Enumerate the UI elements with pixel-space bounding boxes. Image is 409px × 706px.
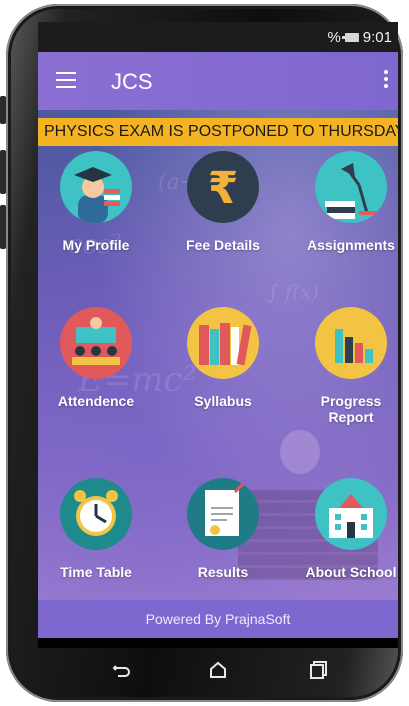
status-time: 9:01: [362, 29, 392, 46]
tile-label: Syllabus: [194, 393, 252, 409]
svg-text:₹: ₹: [208, 163, 239, 214]
tile-label: Assignments: [307, 237, 395, 253]
tile-about-school[interactable]: About School: [291, 478, 398, 580]
tile-syllabus[interactable]: Syllabus: [163, 307, 283, 409]
tile-label: My Profile: [62, 237, 130, 253]
menu-icon[interactable]: [56, 72, 76, 88]
tile-assignments[interactable]: Assignments: [291, 151, 398, 253]
tile-my-profile[interactable]: My Profile: [38, 151, 156, 253]
graduate-icon: [60, 151, 132, 223]
app-title: JCS: [111, 69, 153, 94]
tile-time-table[interactable]: Time Table: [38, 478, 156, 580]
tile-label: Results: [197, 564, 249, 580]
back-icon[interactable]: [110, 658, 134, 682]
tile-results[interactable]: Results: [163, 478, 283, 580]
screen: % 9:01 JCS cos² (a+b) E=mc² ∫ f(x) PHYSI…: [38, 22, 398, 648]
tile-attendence[interactable]: Attendence: [38, 307, 156, 409]
tile-label: Time Table: [60, 564, 132, 580]
status-bar: % 9:01: [38, 22, 398, 52]
recents-icon[interactable]: [306, 658, 330, 682]
tile-label: Fee Details: [186, 237, 260, 253]
battery-icon: [341, 33, 359, 42]
certificate-icon: [187, 478, 259, 550]
volume-down-button: [0, 150, 6, 194]
more-options-icon[interactable]: [384, 70, 388, 90]
desk-lamp-icon: [315, 151, 387, 223]
school-building-icon: [315, 478, 387, 550]
power-button: [0, 205, 6, 249]
tile-progress-report[interactable]: Progress Report: [291, 307, 398, 425]
app-bar: JCS: [38, 52, 398, 110]
notice-text: PHYSICS EXAM IS POSTPONED TO THURSDAY (3: [44, 123, 398, 140]
tile-label: Attendence: [57, 393, 135, 409]
footer: Powered By PrajnaSoft: [38, 600, 398, 638]
notice-marquee: PHYSICS EXAM IS POSTPONED TO THURSDAY (3: [38, 118, 398, 146]
footer-text: Powered By PrajnaSoft: [145, 611, 291, 627]
books-icon: [187, 307, 259, 379]
volume-button: [0, 96, 6, 124]
tile-label: About School: [305, 564, 397, 580]
bar-chart-icon: [315, 307, 387, 379]
tile-label: Progress Report: [320, 393, 382, 425]
home-icon[interactable]: [206, 658, 230, 682]
classroom-icon: [60, 307, 132, 379]
rupee-icon: ₹: [187, 151, 259, 223]
tile-fee-details[interactable]: ₹ Fee Details: [163, 151, 283, 253]
apple-decoration: [280, 430, 320, 474]
system-navbar: [38, 652, 398, 694]
signal-indicator: %: [327, 29, 341, 46]
alarm-clock-icon: [60, 478, 132, 550]
